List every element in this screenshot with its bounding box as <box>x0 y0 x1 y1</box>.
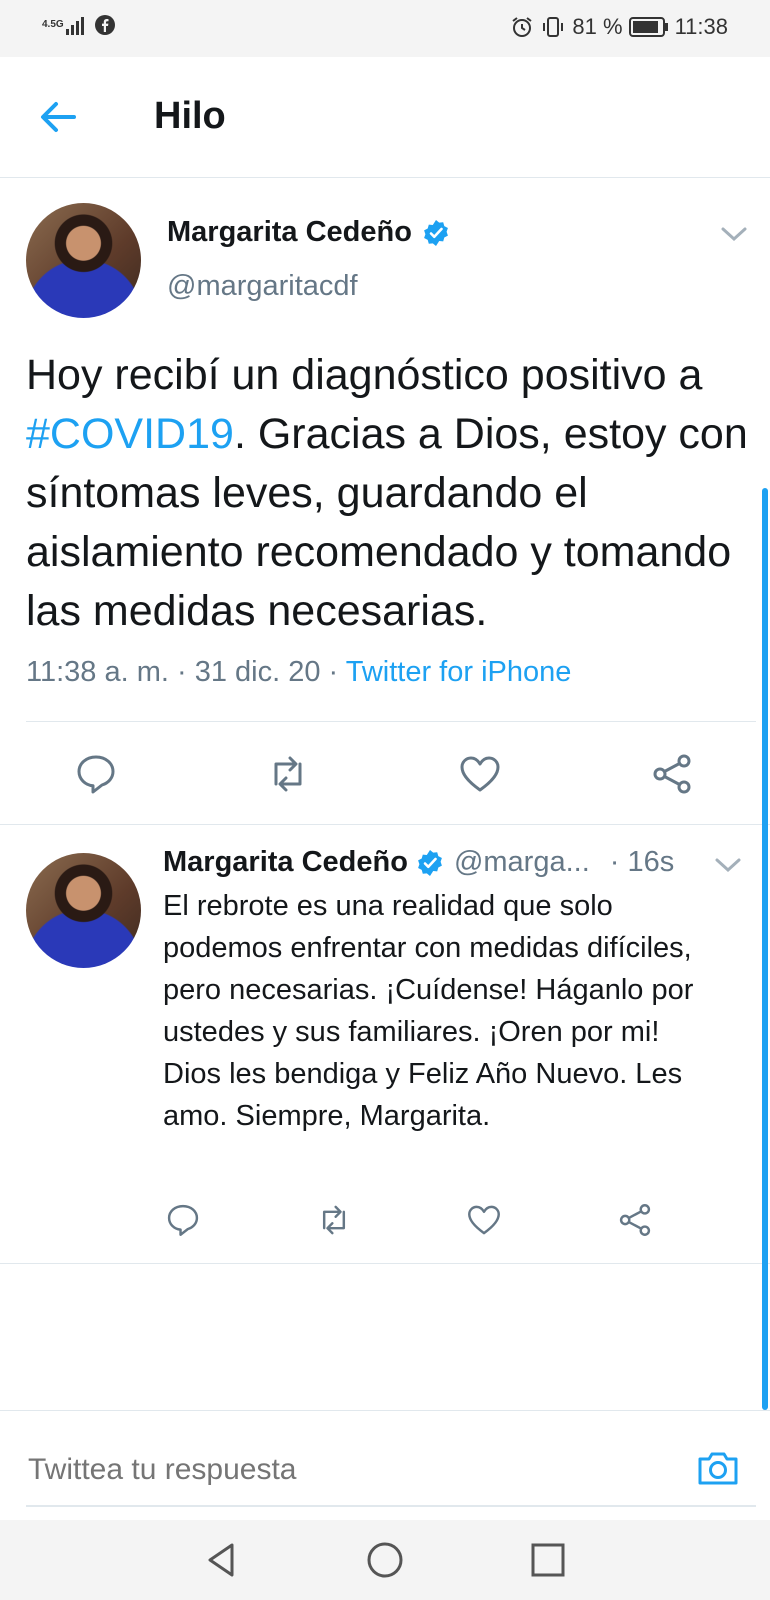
share-button[interactable] <box>650 752 694 796</box>
reply-input[interactable] <box>26 1447 670 1493</box>
divider <box>26 721 756 722</box>
tweet-text: Hoy recibí un diagnóstico positivo a #CO… <box>26 346 756 641</box>
author-name-row[interactable]: Margarita Cedeño <box>167 216 450 249</box>
divider <box>0 824 770 825</box>
camera-button[interactable] <box>695 1445 741 1491</box>
chevron-down-icon <box>715 858 741 873</box>
nav-recents-button[interactable] <box>528 1540 568 1580</box>
heart-icon <box>468 1205 500 1235</box>
status-bar: 4.5G 81 % 11:38 <box>0 0 770 57</box>
hashtag-link[interactable]: #COVID19 <box>26 410 234 458</box>
tweet-options-button[interactable] <box>720 225 748 243</box>
reply-author-handle: @marga... <box>453 846 590 878</box>
like-button[interactable] <box>466 1202 502 1238</box>
scrollbar[interactable] <box>762 488 768 1410</box>
triangle-back-icon <box>208 1543 234 1577</box>
tweet-timestamp: 11:38 a. m. · 31 dic. 20 · <box>26 656 346 688</box>
retweet-icon <box>322 1205 346 1235</box>
like-button[interactable] <box>458 752 502 796</box>
share-button[interactable] <box>617 1202 653 1238</box>
heart-icon <box>460 756 500 792</box>
nav-back-button[interactable] <box>202 1540 242 1580</box>
reply-composer <box>0 1410 770 1521</box>
circle-home-icon <box>367 1542 403 1578</box>
reply-icon <box>77 755 115 794</box>
navigation-bar <box>0 1520 770 1600</box>
retweet-button[interactable] <box>266 752 310 796</box>
alarm-icon <box>512 17 533 37</box>
author-handle: @margaritacdf <box>167 270 358 302</box>
retweet-button[interactable] <box>316 1202 352 1238</box>
nav-home-button[interactable] <box>365 1540 405 1580</box>
camera-icon <box>698 1452 738 1485</box>
reply-options-button[interactable] <box>714 856 742 874</box>
tweet-source-link[interactable]: Twitter for iPhone <box>346 656 572 688</box>
chevron-down-icon <box>721 227 747 242</box>
network-type: 4.5G <box>42 19 64 30</box>
reply-icon <box>167 1204 199 1236</box>
reply-text: El rebrote es una realidad que solo pode… <box>163 890 694 1132</box>
avatar[interactable] <box>26 203 141 318</box>
facebook-notification-icon <box>95 15 115 35</box>
signal-icon <box>66 17 84 35</box>
page-title: Hilo <box>154 95 226 137</box>
share-icon <box>653 754 691 794</box>
arrow-left-icon <box>41 102 76 132</box>
status-left: 4.5G <box>42 14 116 36</box>
author-name: Margarita Cedeño <box>167 216 412 248</box>
reply-avatar[interactable] <box>26 853 141 968</box>
reply-button[interactable] <box>74 752 118 796</box>
tweet-text-start: Hoy recibí un diagnóstico positivo a <box>26 351 703 399</box>
divider <box>0 1263 770 1264</box>
verified-badge-icon <box>418 849 442 876</box>
retweet-icon <box>274 756 302 792</box>
verified-badge-icon <box>424 219 448 246</box>
reply-time: · 16s <box>609 846 675 878</box>
app-bar: Hilo <box>0 57 770 178</box>
reply-button[interactable] <box>165 1202 201 1238</box>
share-icon <box>619 1204 651 1236</box>
vibrate-icon <box>543 17 564 37</box>
square-recents-icon <box>531 1543 565 1577</box>
tweet-meta: 11:38 a. m. · 31 dic. 20 · Twitter for i… <box>26 656 571 689</box>
back-button[interactable] <box>36 95 80 139</box>
composer-underline <box>26 1505 756 1507</box>
clock: 11:38 <box>674 14 728 39</box>
battery-level: 81 % <box>572 14 623 39</box>
status-right: 81 % 11:38 <box>510 14 728 40</box>
reply-header: Margarita Cedeño @marga... · 16s <box>163 846 674 879</box>
reply-author-name[interactable]: Margarita Cedeño <box>163 846 408 879</box>
battery-icon <box>628 17 668 37</box>
